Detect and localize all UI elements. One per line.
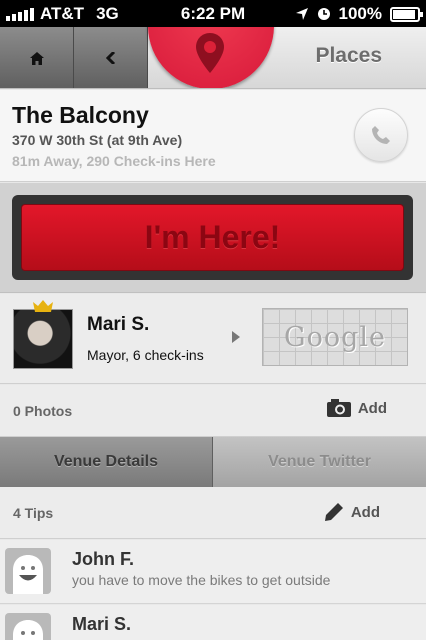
checkin-frame: I'm Here! [12, 195, 413, 280]
tip-text: you have to move the bikes to get outsid… [72, 572, 331, 588]
mayor-name: Mari S. [87, 314, 150, 335]
tip-author: John F. [72, 549, 134, 569]
default-avatar-icon [13, 555, 43, 594]
mayor-crown-icon [33, 300, 53, 312]
battery-fill [393, 9, 415, 19]
add-tip-label: Add [350, 503, 380, 521]
default-avatar-icon [13, 620, 43, 640]
map-provider-logo: Google [284, 321, 386, 353]
location-arrow-icon [295, 8, 308, 20]
call-button[interactable] [354, 108, 408, 162]
photos-count: 0 Photos [13, 403, 73, 419]
mayor-row[interactable]: Mari S. Mayor, 6 check-ins Google [0, 294, 426, 384]
add-photo-button[interactable]: Add [326, 399, 387, 417]
camera-icon [326, 399, 351, 417]
network-type: 3G [96, 4, 119, 23]
carrier-info: AT&T 3G [6, 4, 119, 24]
chevron-right-icon [232, 331, 240, 343]
tab-venue-details[interactable]: Venue Details [0, 437, 213, 487]
home-icon [29, 51, 44, 65]
tip-author: Mari S. [72, 614, 132, 634]
status-right: 100% [295, 4, 423, 24]
photos-row: 0 Photos Add [0, 385, 426, 437]
checkin-area: I'm Here! [0, 183, 426, 293]
battery-icon [390, 6, 423, 22]
venue-address: 370 W 30th St (at 9th Ave) [12, 132, 183, 148]
navigation-bar: Places [0, 27, 426, 89]
avatar [5, 613, 51, 640]
status-bar: AT&T 3G 6:22 PM 100% [0, 0, 426, 27]
avatar [5, 548, 51, 594]
signal-strength-icon [6, 7, 34, 21]
tips-header: 4 Tips Add [0, 487, 426, 539]
battery-percent: 100% [338, 4, 382, 23]
venue-map[interactable]: Google [262, 308, 408, 366]
im-here-button[interactable]: I'm Here! [21, 204, 404, 271]
pencil-icon [324, 503, 343, 521]
add-photo-label: Add [357, 399, 387, 417]
tips-count: 4 Tips [13, 505, 54, 521]
mayor-avatar [13, 309, 73, 369]
nav-title: Places [315, 44, 382, 67]
add-tip-button[interactable]: Add [324, 502, 380, 522]
alarm-clock-icon [317, 8, 330, 20]
venue-meta: 81m Away, 290 Check-ins Here [12, 153, 216, 169]
venue-header: The Balcony 370 W 30th St (at 9th Ave) 8… [0, 90, 426, 182]
carrier-name: AT&T [40, 4, 85, 23]
venue-name: The Balcony [12, 102, 149, 128]
venue-tabs: Venue Details Venue Twitter [0, 437, 426, 487]
back-button[interactable] [74, 27, 148, 88]
phone-icon [372, 126, 390, 144]
tab-venue-twitter[interactable]: Venue Twitter [213, 437, 426, 487]
home-button[interactable] [0, 27, 74, 88]
foursquare-logo [148, 27, 274, 88]
mayor-stat: Mayor, 6 check-ins [87, 347, 204, 363]
map-pin-icon [196, 33, 224, 73]
tip-item[interactable]: John F. you have to move the bikes to ge… [0, 540, 426, 604]
back-chevron-icon [105, 52, 115, 64]
tip-item[interactable]: Mari S. [0, 605, 426, 640]
